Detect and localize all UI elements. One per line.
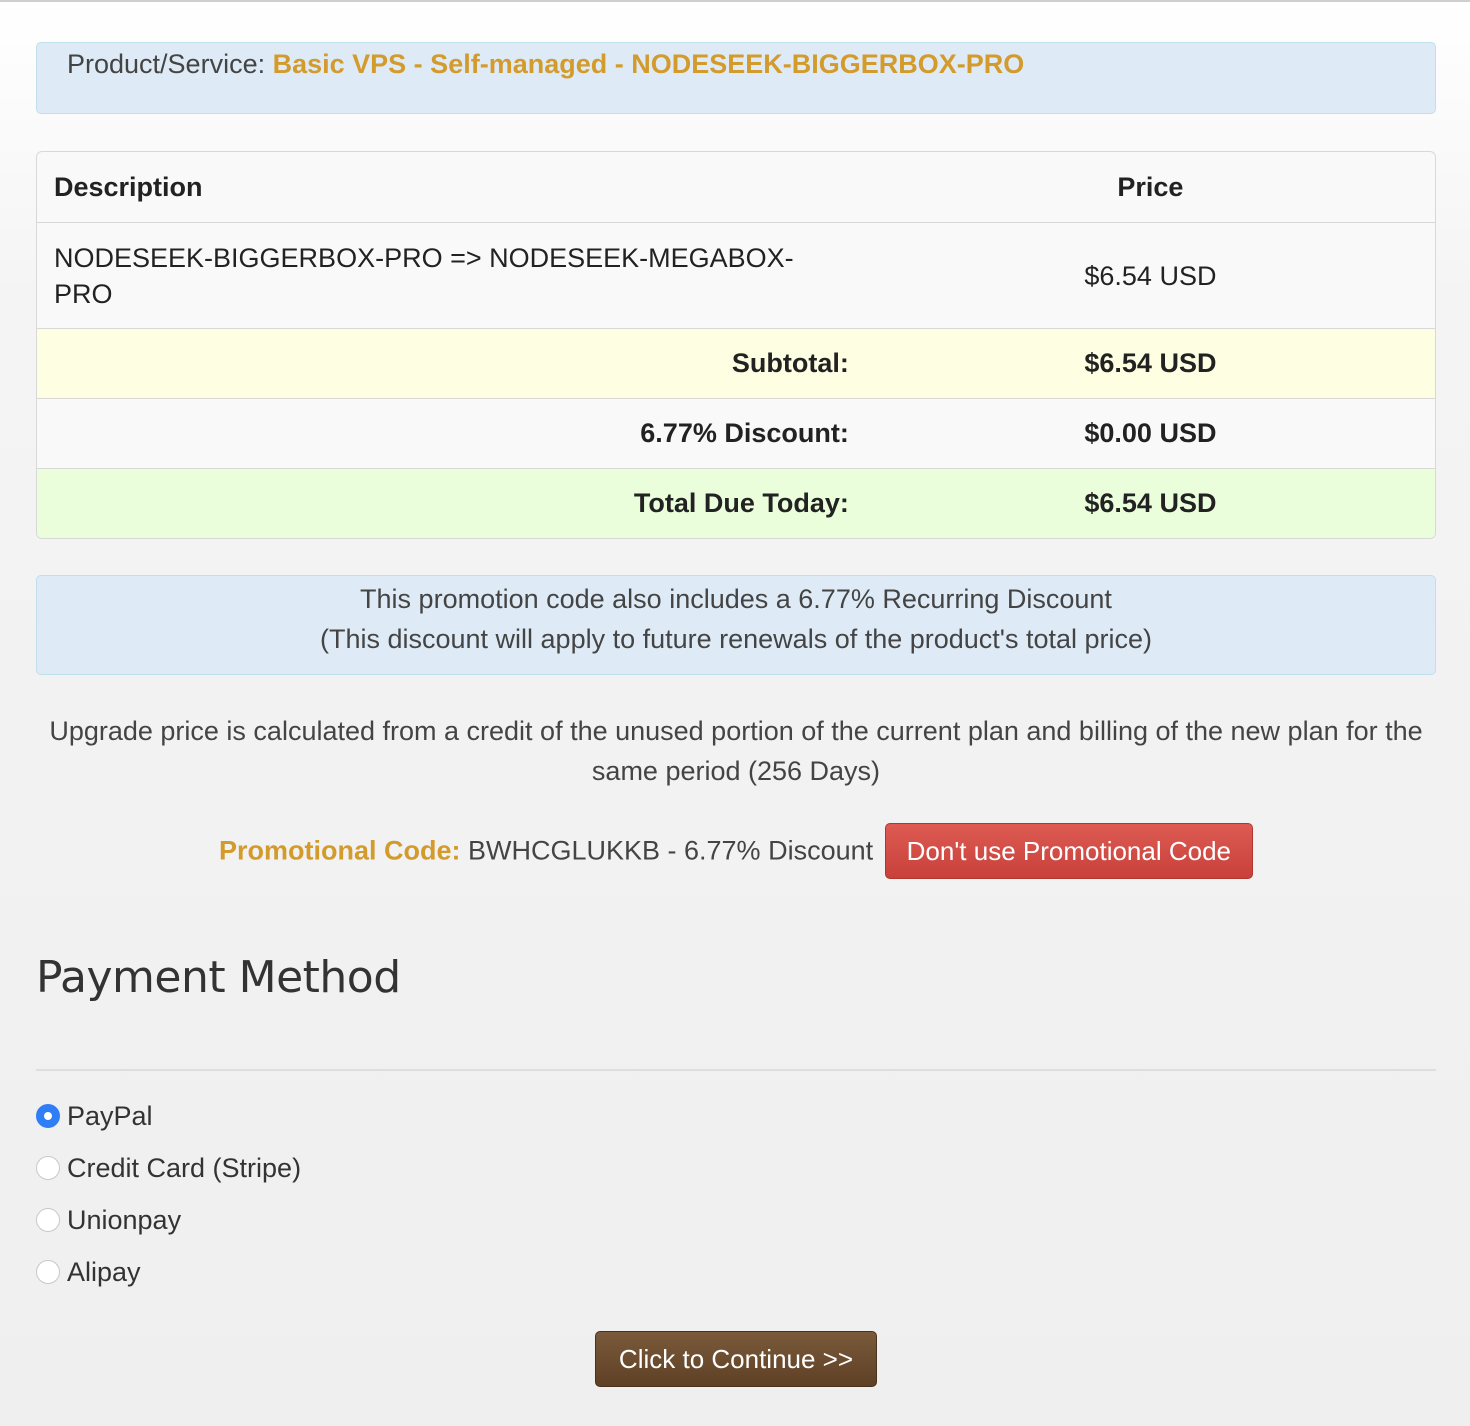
discount-label: 6.77% Discount:: [37, 398, 866, 468]
promotional-code-line: Promotional Code: BWHCGLUKKB - 6.77% Dis…: [36, 823, 1436, 881]
payment-option-label: PayPal: [67, 1100, 153, 1131]
payment-option-unionpay[interactable]: Unionpay: [36, 1194, 301, 1246]
subtotal-value: $6.54 USD: [865, 328, 1435, 398]
order-summary-table: Description Price NODESEEK-BIGGERBOX-PRO…: [36, 151, 1436, 539]
recurring-discount-notice: This promotion code also includes a 6.77…: [36, 575, 1436, 675]
payment-method-title: Payment Method: [36, 952, 401, 1003]
promo-code-label: Promotional Code:: [218, 835, 461, 866]
payment-option-alipay[interactable]: Alipay: [36, 1246, 301, 1298]
radio-unionpay[interactable]: [36, 1208, 60, 1232]
discount-row: 6.77% Discount: $0.00 USD: [37, 398, 1435, 468]
payment-option-label: Credit Card (Stripe): [67, 1152, 302, 1183]
discount-value: $0.00 USD: [865, 398, 1435, 468]
upgrade-price-note: Upgrade price is calculated from a credi…: [49, 716, 1423, 786]
payment-option-label: Unionpay: [67, 1204, 182, 1235]
product-name: Basic VPS - Self-managed - NODESEEK-BIGG…: [272, 49, 1025, 79]
remove-promo-code-button[interactable]: Don't use Promotional Code: [884, 823, 1254, 879]
item-description: NODESEEK-BIGGERBOX-PRO => NODESEEK-MEGAB…: [37, 222, 866, 328]
payment-method-list: PayPal Credit Card (Stripe) Unionpay Ali…: [36, 1090, 301, 1298]
header-price: Price: [1117, 171, 1184, 202]
radio-paypal[interactable]: [36, 1104, 60, 1128]
payment-option-paypal[interactable]: PayPal: [36, 1090, 301, 1142]
header-description: Description: [54, 171, 203, 202]
subtotal-row: Subtotal: $6.54 USD: [37, 328, 1435, 398]
product-label: Product/Service:: [67, 49, 266, 79]
radio-stripe[interactable]: [36, 1156, 60, 1180]
divider: [36, 1069, 1436, 1071]
total-row: Total Due Today: $6.54 USD: [37, 468, 1435, 538]
continue-button[interactable]: Click to Continue >>: [595, 1331, 877, 1387]
subtotal-label: Subtotal:: [37, 328, 866, 398]
notice-line-1: This promotion code also includes a 6.77…: [360, 584, 1112, 614]
total-value: $6.54 USD: [865, 468, 1435, 538]
total-label: Total Due Today:: [37, 468, 866, 538]
payment-option-label: Alipay: [67, 1256, 141, 1287]
table-row: NODESEEK-BIGGERBOX-PRO => NODESEEK-MEGAB…: [37, 222, 1435, 328]
notice-line-2: (This discount will apply to future rene…: [319, 624, 1153, 654]
product-service-banner: Product/Service: Basic VPS - Self-manage…: [36, 42, 1436, 114]
radio-alipay[interactable]: [36, 1260, 60, 1284]
table-header-row: Description Price: [37, 152, 1435, 222]
payment-option-stripe[interactable]: Credit Card (Stripe): [36, 1142, 301, 1194]
promo-code-value: BWHCGLUKKB - 6.77% Discount: [467, 835, 874, 866]
item-price: $6.54 USD: [865, 222, 1435, 328]
